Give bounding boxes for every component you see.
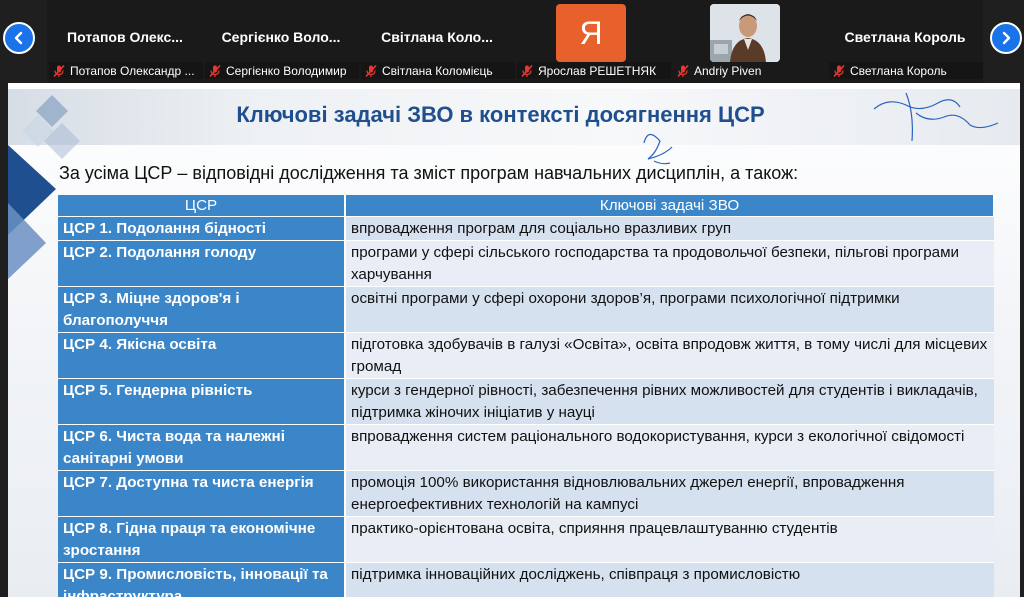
participant-tile[interactable]: Потапов Олекс... Потапов Олександр ... xyxy=(47,0,203,83)
participant-label: Світлана Коломієць xyxy=(361,62,515,79)
avatar xyxy=(710,4,780,62)
participant-tile[interactable]: Andriy Piven xyxy=(671,0,827,83)
participant-label: Ярослав РЕШЕТНЯК xyxy=(517,62,671,79)
participant-label: Сергієнко Володимир xyxy=(205,62,359,79)
participant-photo xyxy=(710,4,780,62)
muted-mic-icon xyxy=(365,64,377,77)
participant-name: Світлана Коло... xyxy=(381,29,493,45)
participant-strip: Потапов Олекс... Потапов Олександр ... С… xyxy=(0,0,1024,83)
shared-slide: Ключові задачі ЗВО в контексті досягненн… xyxy=(8,83,1020,597)
chevron-right-icon xyxy=(1002,31,1011,45)
participant-tile[interactable]: Светлана Король Светлана Король xyxy=(827,0,983,83)
participant-tile[interactable]: Сергієнко Воло... Сергієнко Володимир xyxy=(203,0,359,83)
previous-participants-button[interactable] xyxy=(3,22,35,54)
participant-label-text: Светлана Король xyxy=(850,63,947,78)
muted-mic-icon xyxy=(209,64,221,77)
muted-mic-icon xyxy=(833,64,845,77)
participant-label-text: Світлана Коломієць xyxy=(382,63,493,78)
participant-tile[interactable]: Я Ярослав РЕШЕТНЯК xyxy=(515,0,671,83)
muted-mic-icon xyxy=(521,64,533,77)
muted-mic-icon xyxy=(53,64,65,77)
participant-name: Светлана Король xyxy=(844,29,966,45)
chevron-left-icon xyxy=(14,31,23,45)
participant-label: Andriy Piven xyxy=(673,62,827,79)
next-participants-button[interactable] xyxy=(990,22,1022,54)
muted-mic-icon xyxy=(677,64,689,77)
participant-name: Потапов Олекс... xyxy=(67,29,183,45)
participant-label: Потапов Олександр ... xyxy=(49,62,203,79)
participant-label-text: Сергієнко Володимир xyxy=(226,63,347,78)
participant-label-text: Andriy Piven xyxy=(694,63,762,78)
annotation-ink xyxy=(643,92,999,165)
avatar: Я xyxy=(556,4,626,62)
participant-name: Сергієнко Воло... xyxy=(221,29,341,45)
participant-label-text: Потапов Олександр ... xyxy=(70,63,195,78)
participant-label: Светлана Король xyxy=(829,62,983,79)
participant-tile[interactable]: Світлана Коло... Світлана Коломієць xyxy=(359,0,515,83)
participant-label-text: Ярослав РЕШЕТНЯК xyxy=(538,63,657,78)
